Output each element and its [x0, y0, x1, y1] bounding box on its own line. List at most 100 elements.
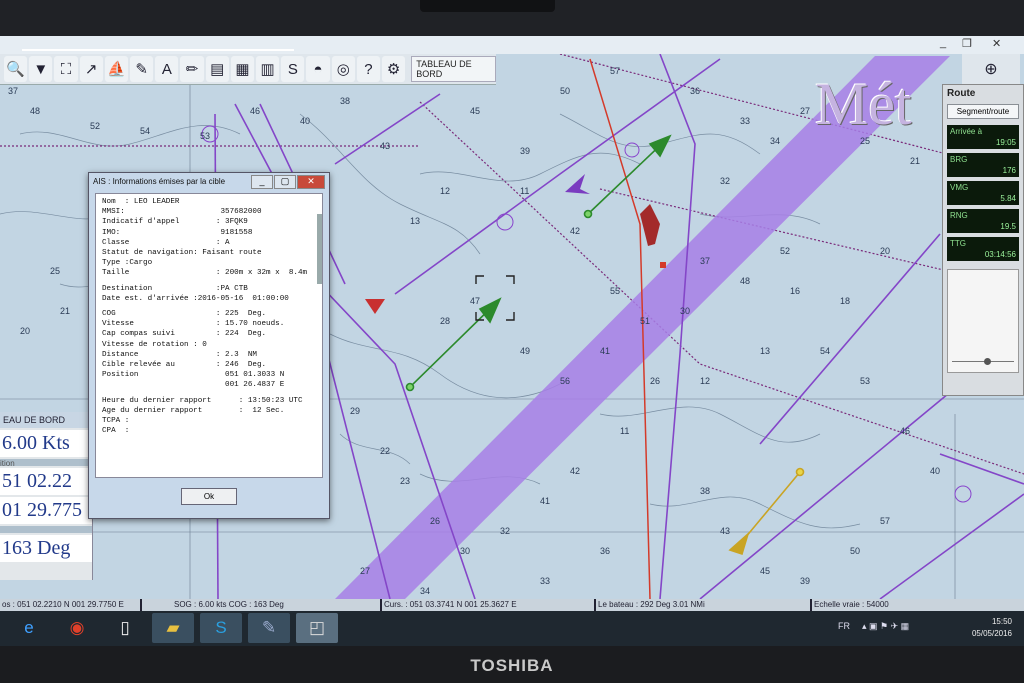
notes-icon[interactable]: ✎ [248, 613, 290, 643]
depth-sounding: 32 [500, 526, 510, 536]
pencil-icon[interactable]: ✏ [180, 56, 204, 82]
depth-sounding: 46 [250, 106, 260, 116]
ais-row: IMO: 9181558 [102, 228, 253, 237]
dashboard-toggle-button[interactable]: TABLEAU DE BORD [411, 56, 497, 82]
depth-sounding: 27 [360, 566, 370, 576]
ais-row: COG : 225 Deg. [102, 310, 267, 318]
ie-icon[interactable]: e [8, 613, 50, 643]
depth-sounding: 54 [820, 346, 830, 356]
title-progress-line [22, 49, 294, 51]
depth-sounding: 37 [700, 256, 710, 266]
route-field: VMG 5.84 [947, 181, 1019, 205]
language-indicator[interactable]: FR [838, 621, 850, 631]
compass-icon[interactable]: ⊕ [962, 54, 1020, 84]
depth-sounding: 39 [800, 576, 810, 586]
depth-sounding: 20 [20, 326, 30, 336]
chrome-icon[interactable]: ◉ [56, 613, 98, 643]
depth-sounding: 22 [380, 446, 390, 456]
table-icon[interactable]: ▥ [256, 56, 280, 82]
minimize-button[interactable]: _ [940, 37, 946, 49]
depth-sounding: 40 [930, 466, 940, 476]
depth-sounding: 36 [690, 86, 700, 96]
ais-row: Heure du dernier rapport : 13:50:23 UTC [102, 396, 303, 405]
depth-sounding: 48 [740, 276, 750, 286]
depth-sounding: 34 [770, 136, 780, 146]
depth-sounding: 52 [780, 246, 790, 256]
route-field-value: 19:05 [995, 138, 1016, 147]
skype-icon[interactable]: S [200, 613, 242, 643]
clock[interactable]: 15:50 05/05/2016 [972, 616, 1012, 640]
track-icon[interactable]: ↗ [79, 56, 103, 82]
sunset-icon[interactable]: ◓ [306, 56, 330, 82]
measure-icon[interactable]: ✎ [130, 56, 154, 82]
status-bar: os : 051 02.2210 N 001 29.7750 E SOG : 6… [0, 599, 1024, 611]
route-field-label: Arrivée à [950, 127, 983, 136]
ais-info-dialog: AIS : Informations émises par la cible _… [88, 172, 330, 519]
ais-row: Cap compas suivi : 224 Deg. [102, 330, 267, 339]
tray-icons[interactable]: ▴ ▣ ⚑ ✈ ▦ [862, 621, 909, 632]
waypoint-icon[interactable]: ▼ [29, 56, 53, 82]
ais-row: Vitesse de rotation : 0 [102, 340, 207, 349]
ais-row: Vitesse : 15.70 noeuds. [102, 320, 285, 329]
depth-sounding: 12 [440, 186, 450, 196]
latitude-value: 51 02.22 [0, 468, 92, 495]
ais-row: Cible relevée au : 246 Deg. [102, 361, 267, 369]
depth-sounding: 56 [560, 376, 570, 386]
depth-sounding: 33 [740, 116, 750, 126]
route-field-value: 176 [1002, 166, 1016, 175]
lifebuoy-icon[interactable]: ◎ [331, 56, 355, 82]
screen: _ ❐ ✕ 37 48 52 54 53 46 40 38 43 45 39 5… [0, 36, 1024, 646]
depth-sounding: 53 [200, 131, 210, 141]
person-icon[interactable]: ⛶ [54, 56, 78, 82]
search-icon[interactable]: 🔍 [4, 56, 28, 82]
segment-route-button[interactable]: Segment/route [947, 104, 1019, 119]
text-icon[interactable]: A [155, 56, 179, 82]
file-icon[interactable]: ▯ [104, 613, 146, 643]
status-sog: SOG : 6.00 kts COG : 163 Deg [174, 600, 284, 609]
settings-icon[interactable]: ⚙ [382, 56, 406, 82]
explorer-icon[interactable]: ▰ [152, 613, 194, 643]
dialog-minimize-button[interactable]: _ [251, 175, 273, 189]
ais-row: Age du dernier rapport : 12 Sec. [102, 406, 285, 415]
dialog-restore-button[interactable]: ▢ [274, 175, 296, 189]
nav-app-icon[interactable]: ◰ [296, 613, 338, 643]
depth-sounding: 37 [8, 86, 18, 96]
depth-sounding: 11 [520, 186, 529, 196]
taskbar: FR ▴ ▣ ⚑ ✈ ▦ 15:50 05/05/2016 e ◉ ▯ ▰ S ✎ ◰ [0, 611, 1024, 646]
depth-sounding: 13 [760, 346, 770, 356]
depth-sounding: 49 [520, 346, 530, 356]
window-titlebar: _ ❐ ✕ [0, 36, 1024, 54]
depth-sounding: 50 [850, 546, 860, 556]
restore-button[interactable]: ❐ [962, 37, 972, 50]
ais-row: Destination :PA CTB [102, 284, 248, 293]
depth-sounding: 12 [700, 376, 710, 386]
depth-sounding: 28 [440, 316, 450, 326]
route-panel: Route Segment/route Arrivée à 19:05 BRG 176… [942, 84, 1024, 396]
route-field: TTG 03:14:56 [947, 237, 1019, 261]
ok-button[interactable]: Ok [181, 488, 237, 505]
slider-knob[interactable] [984, 358, 991, 365]
depth-sounding: 36 [600, 546, 610, 556]
route-icon[interactable]: S [281, 56, 305, 82]
dialog-scrollbar[interactable] [317, 214, 322, 284]
close-button[interactable]: ✕ [992, 37, 1001, 50]
depth-sounding: 42 [570, 226, 580, 236]
longitude-value: 01 29.775 [0, 497, 92, 524]
help-icon[interactable]: ? [356, 56, 381, 82]
boat-icon[interactable]: ⛵ [104, 56, 129, 82]
depth-sounding: 23 [400, 476, 410, 486]
depth-sounding: 40 [300, 116, 310, 126]
brand-logo: TOSHIBA [470, 656, 554, 675]
status-scale: Echelle vraie : 54000 [814, 600, 889, 609]
layers-icon[interactable]: ▤ [205, 56, 229, 82]
route-field-value: 5.84 [1000, 194, 1016, 203]
dialog-close-button[interactable]: ✕ [297, 175, 325, 189]
ais-row: Type :Cargo [102, 259, 153, 268]
ais-row: Distance : 2.3 NM [102, 350, 257, 359]
chart-icon[interactable]: ▦ [230, 56, 255, 82]
route-slider-box[interactable] [947, 269, 1019, 373]
depth-sounding: 32 [720, 176, 730, 186]
ais-details: Nom : LEO LEADER MMSI: 357682000 Indicatif… [95, 193, 323, 478]
depth-sounding: 33 [540, 576, 550, 586]
camera-housing [420, 0, 555, 12]
